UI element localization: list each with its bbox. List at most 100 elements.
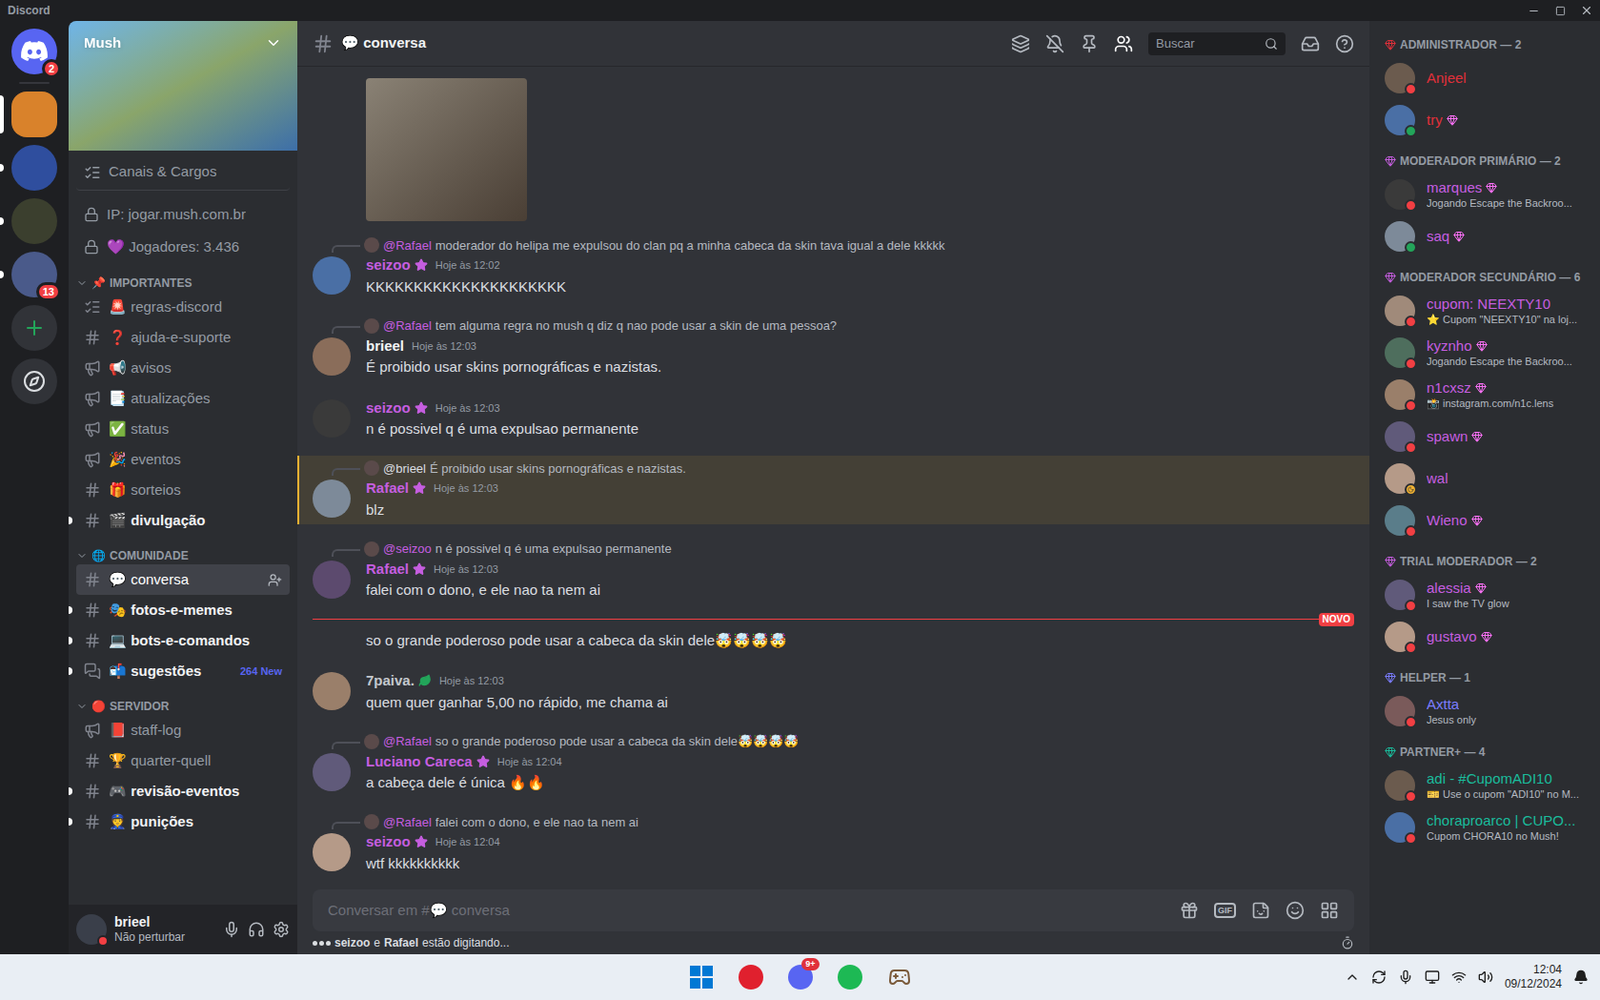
notification-icon[interactable] bbox=[1573, 969, 1589, 985]
headphones-icon[interactable] bbox=[247, 920, 265, 938]
member-item[interactable]: kyznhoJogando Escape the Backroo... bbox=[1377, 331, 1593, 374]
server-avatar[interactable] bbox=[11, 198, 58, 244]
info-item[interactable]: IP: jogar.mush.com.br bbox=[76, 198, 290, 231]
message-avatar[interactable] bbox=[312, 256, 351, 295]
taskbar-app[interactable]: 9+ bbox=[781, 957, 820, 996]
message-author[interactable]: brieel bbox=[365, 335, 405, 358]
wifi-icon[interactable] bbox=[1451, 969, 1467, 985]
reply-preview[interactable]: @seizoon é possivel q é uma expulsao per… bbox=[299, 539, 1355, 559]
message-avatar[interactable] bbox=[312, 479, 351, 518]
server-item[interactable]: 13 bbox=[0, 251, 69, 298]
server-avatar[interactable]: 2 bbox=[11, 28, 58, 75]
channel-item[interactable]: 📢 avisos bbox=[76, 352, 290, 384]
server-item[interactable]: 2 bbox=[0, 28, 69, 75]
threads-icon[interactable] bbox=[1011, 34, 1031, 54]
reply-preview[interactable]: @Rafaelfalei com o dono, e ele nao ta ne… bbox=[299, 812, 1355, 832]
image-attachment[interactable] bbox=[365, 78, 527, 222]
category-header[interactable]: 🌐COMUNIDADE bbox=[76, 535, 290, 565]
channel-item[interactable]: 📕 staff-log bbox=[76, 714, 290, 746]
server-avatar[interactable] bbox=[11, 91, 58, 138]
category-header[interactable]: 📌IMPORTANTES bbox=[76, 263, 290, 292]
help-icon[interactable] bbox=[1335, 34, 1355, 54]
channel-item[interactable]: 🎉 eventos bbox=[76, 444, 290, 475]
channel-item[interactable]: 💬 conversa bbox=[76, 564, 290, 595]
message-avatar[interactable] bbox=[312, 560, 351, 599]
channel-item[interactable]: 🎭 fotos-e-memes bbox=[76, 594, 290, 626]
category-header[interactable]: 🔴SERVIDOR bbox=[76, 686, 290, 715]
channel-item[interactable]: 🚨 regras-discord bbox=[76, 291, 290, 323]
channel-item[interactable]: 📑 atualizações bbox=[76, 383, 290, 414]
channel-item[interactable]: 🎬 divulgação bbox=[76, 505, 290, 536]
info-item[interactable]: Canais & Cargos bbox=[76, 158, 290, 191]
message-avatar[interactable] bbox=[312, 399, 351, 438]
clock[interactable]: 12:0409/12/2024 bbox=[1504, 962, 1562, 992]
volume-icon[interactable] bbox=[1478, 969, 1494, 985]
apps-icon[interactable] bbox=[1319, 900, 1339, 920]
reply-preview[interactable]: @Rafaeltem alguma regra no mush q diz q … bbox=[299, 316, 1355, 336]
member-item[interactable]: Anjeel bbox=[1377, 57, 1593, 100]
member-item[interactable]: alessiaI saw the TV glow bbox=[1377, 573, 1593, 616]
reply-preview[interactable]: @Rafaelmoderador do helipa me expulsou d… bbox=[299, 236, 1355, 256]
channel-item[interactable]: 📬 sugestões264 New bbox=[76, 655, 290, 687]
server-avatar[interactable] bbox=[11, 358, 58, 405]
message-author[interactable]: seizoo bbox=[365, 830, 411, 853]
user-avatar[interactable] bbox=[76, 913, 107, 945]
message-author[interactable]: seizoo bbox=[365, 254, 411, 277]
message-avatar[interactable] bbox=[312, 752, 351, 791]
gif-button[interactable]: GIF bbox=[1214, 902, 1236, 918]
mic-icon[interactable] bbox=[222, 920, 241, 938]
message-author[interactable]: 7paiva. bbox=[365, 669, 415, 692]
server-item[interactable] bbox=[0, 144, 69, 191]
member-item[interactable]: choraproarco | CUPO...Cupom CHORA10 no M… bbox=[1377, 806, 1593, 849]
server-item[interactable] bbox=[0, 198, 69, 244]
mute-icon[interactable] bbox=[1045, 34, 1065, 54]
channel-item[interactable]: 💻 bots-e-comandos bbox=[76, 625, 290, 656]
message-author[interactable]: Rafael bbox=[365, 477, 409, 500]
gift-icon[interactable] bbox=[1179, 900, 1199, 920]
message-author[interactable]: Rafael bbox=[365, 558, 409, 581]
member-item[interactable]: AxttaJesus only bbox=[1377, 689, 1593, 732]
pin-icon[interactable] bbox=[1079, 34, 1099, 54]
maximize-button[interactable] bbox=[1546, 0, 1574, 21]
message-author[interactable]: Luciano Careca bbox=[365, 750, 473, 773]
member-item[interactable]: gustavo bbox=[1377, 615, 1593, 658]
taskbar-app[interactable] bbox=[830, 957, 870, 996]
member-item[interactable]: spawn bbox=[1377, 415, 1593, 458]
server-avatar[interactable] bbox=[11, 144, 58, 191]
member-item[interactable]: adi - #CupomADI10🎫 Use o cupom "ADI10" n… bbox=[1377, 764, 1593, 807]
server-banner[interactable]: Mush bbox=[68, 20, 298, 151]
server-header[interactable]: Mush bbox=[68, 20, 298, 55]
info-item[interactable]: 💜 Jogadores: 3.436 bbox=[76, 230, 290, 264]
display-icon[interactable] bbox=[1424, 969, 1440, 985]
channel-item[interactable]: 🎮 revisão-eventos bbox=[76, 775, 290, 807]
emoji-icon[interactable] bbox=[1285, 900, 1305, 920]
search-field[interactable]: Buscar bbox=[1148, 32, 1286, 56]
server-item[interactable] bbox=[0, 91, 69, 138]
channel-item[interactable]: 👮 punições bbox=[76, 806, 290, 837]
taskbar-app[interactable] bbox=[682, 957, 721, 996]
member-item[interactable]: n1cxsz📸 instagram.com/n1c.lens bbox=[1377, 373, 1593, 416]
reply-preview[interactable]: @Rafaelso o grande poderoso pode usar a … bbox=[299, 731, 1355, 751]
settings-icon[interactable] bbox=[272, 920, 290, 938]
channel-item[interactable]: ✅ status bbox=[76, 413, 290, 445]
channel-item[interactable]: ❓ ajuda-e-suporte bbox=[76, 322, 290, 353]
member-item[interactable]: saq bbox=[1377, 215, 1593, 258]
message-input[interactable]: Conversar em #💬 conversaGIF bbox=[312, 889, 1355, 932]
minimize-button[interactable] bbox=[1519, 0, 1547, 21]
invite-icon[interactable] bbox=[267, 572, 283, 588]
reply-preview[interactable]: @brieelÉ proibido usar skins pornográfic… bbox=[299, 459, 1355, 479]
server-item[interactable] bbox=[0, 358, 69, 405]
member-item[interactable]: Wieno bbox=[1377, 499, 1593, 542]
close-button[interactable] bbox=[1573, 0, 1600, 21]
taskbar-app[interactable] bbox=[731, 957, 770, 996]
server-item[interactable] bbox=[0, 304, 69, 351]
member-item[interactable]: cupom: NEEXTY10⭐ Cupom "NEEXTY10" na loj… bbox=[1377, 289, 1593, 332]
message-avatar[interactable] bbox=[312, 671, 351, 710]
server-avatar[interactable] bbox=[11, 304, 58, 351]
tray-mic-icon[interactable] bbox=[1397, 969, 1414, 985]
message-avatar[interactable] bbox=[312, 337, 351, 376]
server-avatar[interactable]: 13 bbox=[11, 251, 58, 298]
message-author[interactable]: seizoo bbox=[365, 397, 411, 420]
sync-icon[interactable] bbox=[1371, 969, 1387, 985]
member-item[interactable]: try bbox=[1377, 99, 1593, 142]
